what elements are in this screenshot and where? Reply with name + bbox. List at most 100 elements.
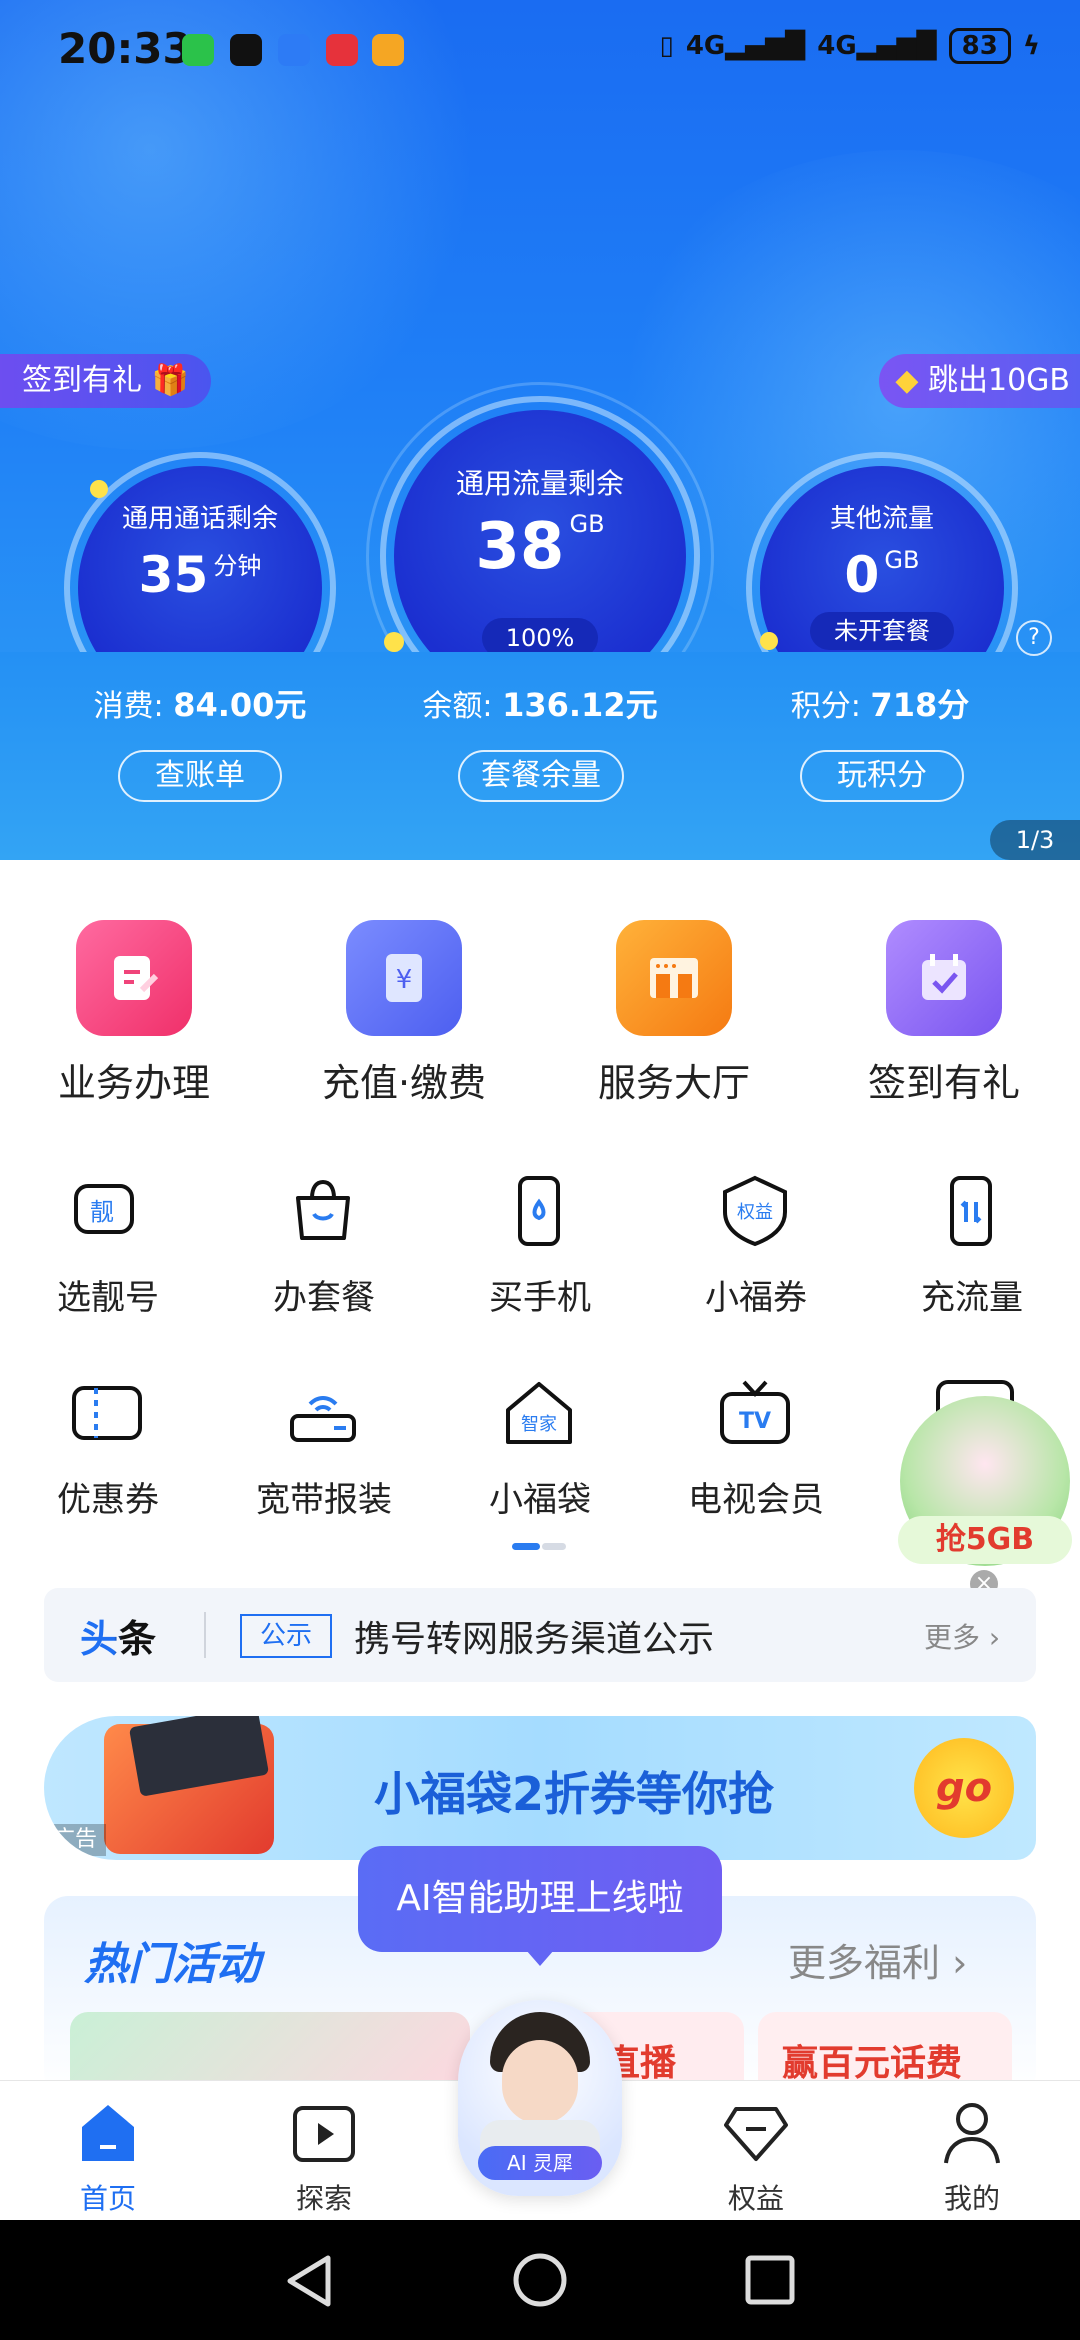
edit-doc-icon bbox=[114, 956, 159, 1000]
back-icon[interactable] bbox=[284, 2254, 334, 2308]
broadband-button[interactable] bbox=[284, 1374, 362, 1452]
pretty-number-button[interactable]: 靓 bbox=[68, 1172, 146, 1250]
pretty-number-icon: 靓 bbox=[74, 1184, 134, 1234]
gauge-title: 通用流量剩余 bbox=[455, 467, 624, 500]
yen-card-icon: ¥ bbox=[386, 954, 422, 1002]
plan-label: 办套餐 bbox=[273, 1278, 375, 1318]
play-points-button[interactable]: 玩积分 bbox=[800, 750, 964, 802]
ad-tag: 广告 bbox=[44, 1824, 106, 1856]
plan-balance-button[interactable]: 套餐余量 bbox=[458, 750, 624, 802]
business-service-label: 业务办理 bbox=[57, 1061, 210, 1105]
carousel-pager: 1/3 bbox=[990, 820, 1080, 860]
gauge-value-wrap: 38 GB bbox=[394, 510, 686, 584]
tab-label: 权益 bbox=[727, 2182, 784, 2215]
service-hall-label: 服务大厅 bbox=[597, 1061, 750, 1105]
ai-assistant-label: AI 灵犀 bbox=[478, 2146, 602, 2180]
gauge-value: 0 bbox=[844, 546, 880, 604]
ad-banner[interactable]: 小福袋2折券等你抢 go 广告 bbox=[44, 1716, 1036, 1860]
data-recharge-icon bbox=[950, 1176, 992, 1246]
chevron-right-icon: › bbox=[988, 1621, 1001, 1654]
benefit-coupon-button[interactable]: 权益 bbox=[716, 1172, 794, 1250]
calendar-check-icon bbox=[922, 954, 966, 1000]
buy-phone-label: 买手机 bbox=[489, 1278, 591, 1318]
gauge-value-wrap: 35 分钟 bbox=[78, 546, 322, 604]
checkin-button[interactable] bbox=[886, 920, 1002, 1036]
view-bill-button[interactable]: 查账单 bbox=[118, 750, 282, 802]
checkin-pill[interactable]: 签到有礼 🎁 bbox=[0, 354, 211, 408]
gauge-title: 其他流量 bbox=[829, 504, 934, 534]
cube-icon: ◆ bbox=[895, 363, 919, 398]
tab-home[interactable]: 首页 bbox=[28, 2081, 188, 2221]
divider bbox=[204, 1612, 206, 1658]
tv-member-button[interactable]: TV bbox=[716, 1374, 794, 1452]
gift-icon: 🎁 bbox=[151, 363, 189, 398]
phone-icon bbox=[518, 1176, 560, 1246]
shield-app-icon bbox=[278, 34, 310, 66]
recents-icon[interactable] bbox=[744, 2254, 796, 2306]
stat-value: 136.12元 bbox=[502, 686, 658, 724]
system-nav-bar bbox=[0, 2220, 1080, 2340]
gauge-knob bbox=[90, 480, 108, 498]
svg-text:TV: TV bbox=[739, 1409, 771, 1434]
recharge-button[interactable]: ¥ bbox=[346, 920, 462, 1036]
stat-label: 消费: bbox=[93, 689, 164, 724]
floating-promo[interactable]: 抢5GB bbox=[898, 1396, 1072, 1566]
buy-phone-button[interactable] bbox=[500, 1172, 578, 1250]
wechat-icon bbox=[182, 34, 214, 66]
gauge-knob bbox=[760, 632, 778, 650]
signal-2: 4G▂▄▆█ bbox=[817, 31, 937, 61]
lucky-bag-button[interactable]: 智家 bbox=[500, 1374, 578, 1452]
stat-points: 积分: 718分 bbox=[740, 680, 1020, 726]
stat-label: 余额: bbox=[422, 689, 493, 724]
coupon-button[interactable] bbox=[68, 1374, 146, 1452]
stat-value: 718分 bbox=[870, 686, 970, 724]
battery-indicator: 83 bbox=[948, 28, 1011, 64]
stat-balance: 余额: 136.12元 bbox=[400, 680, 680, 726]
chevron-right-icon: › bbox=[952, 1941, 968, 1985]
tab-mine[interactable]: 我的 bbox=[892, 2081, 1052, 2221]
router-icon bbox=[290, 1396, 356, 1442]
ai-assistant-button[interactable]: AI 灵犀 bbox=[458, 2000, 622, 2196]
svg-text:¥: ¥ bbox=[396, 965, 413, 995]
headline-badge: 公示 bbox=[240, 1614, 332, 1658]
play-icon bbox=[293, 2106, 355, 2162]
ai-tooltip[interactable]: AI智能助理上线啦 bbox=[358, 1846, 722, 1952]
tv-icon: TV bbox=[720, 1380, 790, 1444]
service-hall-button[interactable] bbox=[616, 920, 732, 1036]
gauge-title: 通用通话剩余 bbox=[121, 504, 278, 534]
svg-text:权益: 权益 bbox=[737, 1202, 773, 1223]
avatar-face bbox=[502, 2040, 578, 2124]
gauge-value: 38 bbox=[475, 510, 565, 584]
vibrate-icon: ▯ bbox=[659, 31, 674, 61]
tab-explore[interactable]: 探索 bbox=[244, 2081, 404, 2221]
business-service-button[interactable] bbox=[76, 920, 192, 1036]
grid-page-dot-active bbox=[512, 1543, 540, 1550]
tab-label: 首页 bbox=[79, 2182, 136, 2215]
video-app-icon bbox=[372, 34, 404, 66]
home-icon bbox=[82, 2105, 134, 2161]
tab-benefits[interactable]: 权益 bbox=[676, 2081, 836, 2221]
stat-label: 积分: bbox=[790, 689, 861, 724]
headline-bar[interactable]: 头条 公示 携号转网服务渠道公示 更多 › bbox=[44, 1588, 1036, 1682]
help-icon[interactable]: ? bbox=[1016, 620, 1052, 656]
jump-10gb-pill[interactable]: ◆ 跳出10GB bbox=[879, 354, 1080, 408]
plan-button[interactable] bbox=[284, 1172, 362, 1250]
benefit-coupon-label: 小福券 bbox=[705, 1278, 807, 1318]
gauge-unit: 分钟 bbox=[213, 552, 262, 580]
no-plan-badge: 未开套餐 bbox=[810, 612, 954, 650]
activity-card-text: 赢百元话费 bbox=[782, 2043, 963, 2084]
smart-home-icon: 智家 bbox=[506, 1382, 572, 1444]
tiktok-icon bbox=[230, 34, 262, 66]
data-recharge-button[interactable] bbox=[932, 1172, 1010, 1250]
recharge-label: 充值·缴费 bbox=[321, 1061, 487, 1105]
diamond-icon bbox=[724, 2107, 788, 2161]
coupon-label: 优惠券 bbox=[57, 1480, 159, 1520]
gauge-unit: GB bbox=[569, 510, 605, 538]
headline-more[interactable]: 更多 › bbox=[924, 1616, 1000, 1656]
more-benefits-link[interactable]: 更多福利 › bbox=[788, 1932, 967, 1987]
go-button[interactable]: go bbox=[914, 1738, 1014, 1838]
stat-value: 84.00元 bbox=[173, 686, 307, 724]
tab-label: 探索 bbox=[295, 2182, 352, 2215]
broadband-label: 宽带报装 bbox=[256, 1480, 392, 1520]
home-circle-icon[interactable] bbox=[512, 2252, 568, 2308]
